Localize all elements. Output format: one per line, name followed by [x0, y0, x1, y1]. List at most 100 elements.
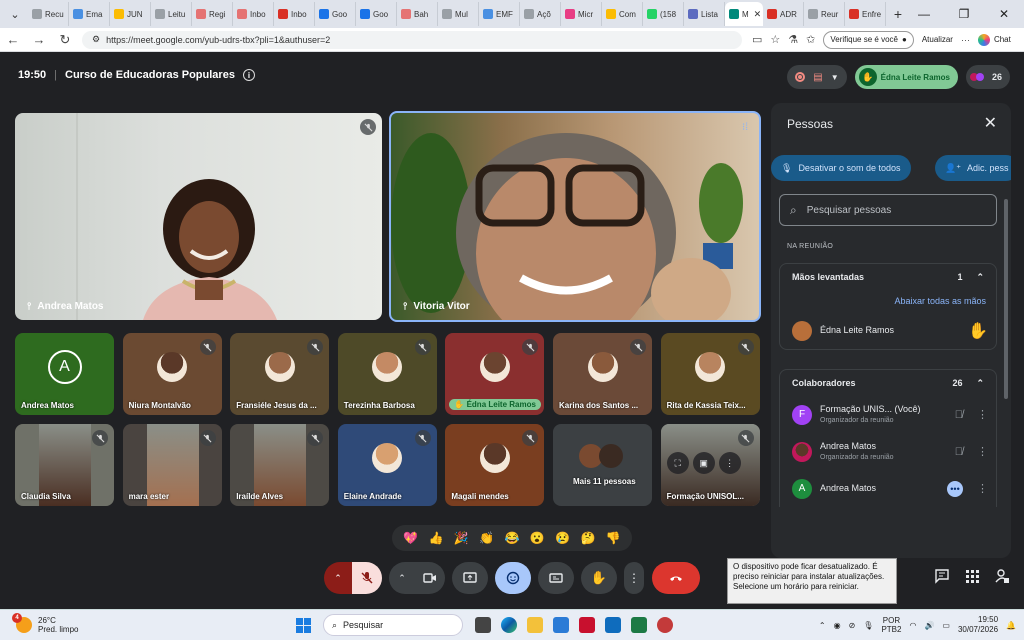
browser-tab[interactable]: Goo — [315, 2, 356, 26]
browser-tab[interactable]: Ema — [69, 2, 110, 26]
close-tab-icon[interactable]: ✕ — [754, 9, 762, 20]
browser-tab[interactable]: Micr — [561, 2, 602, 26]
camera-toggle-button[interactable] — [415, 562, 445, 594]
battery-icon[interactable]: ▭ — [942, 621, 950, 630]
raised-hand-chip[interactable]: ✋ Édna Leite Ramos — [854, 65, 958, 89]
camera-options-button[interactable]: ⌃ — [389, 562, 415, 594]
weather-widget[interactable]: 4 26°C Pred. limpo — [0, 613, 140, 634]
participant-tile[interactable]: A Andrea Matos — [15, 333, 114, 415]
participant-tile[interactable]: Rita de Kassia Teix... — [660, 333, 760, 415]
wifi-icon[interactable]: ◠ — [909, 621, 916, 630]
video-tile-vitoria-vitor[interactable]: ⁝⁞ ⫯ Vitoria Vitor — [389, 111, 761, 322]
participant-tile[interactable]: ✋ Édna Leite Ramos — [445, 333, 545, 415]
more-menu-icon[interactable]: ··· — [961, 35, 970, 45]
tray-sync-icon[interactable]: ⊘ — [849, 621, 856, 630]
reaction-emoji-button[interactable]: 👎 — [606, 531, 621, 545]
reaction-emoji-button[interactable]: 🤔 — [580, 531, 595, 545]
collaborators-header[interactable]: Colaboradores 26 ⌃ — [780, 370, 996, 396]
browser-tab[interactable]: M ✕ — [725, 2, 763, 26]
reaction-emoji-button[interactable]: 😮 — [530, 531, 545, 545]
forward-button[interactable]: → — [26, 32, 52, 47]
more-vert-icon[interactable]: ⋮ — [977, 408, 988, 421]
excel-icon[interactable] — [631, 617, 647, 633]
maximize-button[interactable]: ❐ — [944, 0, 984, 28]
tab-search-button[interactable]: ⌄ — [4, 3, 26, 25]
reaction-emoji-button[interactable]: 😂 — [505, 531, 520, 545]
tray-mic-icon[interactable]: 🎙 — [863, 621, 873, 630]
tray-app-icon[interactable]: ◉ — [834, 621, 841, 630]
participant-tile[interactable]: Magali mendes — [445, 424, 545, 506]
chat-button[interactable] — [934, 568, 950, 589]
more-vert-icon[interactable]: ⋮ — [977, 482, 988, 495]
edge-icon[interactable] — [501, 617, 517, 633]
collaborator-row[interactable]: F Formação UNIS... (Você) Organizador da r… — [780, 396, 996, 433]
bookmark-star-icon[interactable]: ☆ — [770, 33, 780, 46]
browser-tab[interactable]: (158 — [643, 2, 684, 26]
mic-off-icon[interactable]: 🎙̸ — [955, 446, 963, 458]
browser-tab[interactable]: Inbo — [274, 2, 315, 26]
leave-call-button[interactable] — [652, 562, 700, 594]
reaction-emoji-button[interactable]: 💖 — [403, 531, 418, 545]
mcafee-icon[interactable] — [579, 617, 595, 633]
update-button[interactable]: Atualizar — [922, 35, 953, 44]
lower-hand-icon[interactable]: ✋ — [968, 321, 988, 341]
present-screen-button[interactable] — [452, 562, 488, 594]
clock[interactable]: 19:50 30/07/2026 — [958, 615, 998, 635]
raise-hand-button[interactable]: ✋ — [581, 562, 617, 594]
mute-all-button[interactable]: 🎙 Desativar o som de todos — [771, 155, 911, 181]
mic-options-button[interactable]: ⌃ — [324, 562, 352, 594]
url-field[interactable]: ⚙ https://meet.google.com/yub-udrs-tbx?p… — [82, 30, 742, 49]
people-count-button[interactable]: 26 — [965, 65, 1010, 89]
browser-tab[interactable]: EMF — [479, 2, 520, 26]
frame-icon[interactable]: ⛶ — [666, 452, 689, 474]
raised-hands-header[interactable]: Mãos levantadas 1 ⌃ — [780, 264, 996, 290]
app-icon[interactable] — [657, 617, 673, 633]
browser-tab[interactable]: Com — [602, 2, 643, 26]
store-icon[interactable] — [553, 617, 569, 633]
back-button[interactable]: ← — [0, 32, 26, 47]
site-info-icon[interactable]: ⚙ — [92, 34, 100, 45]
reaction-emoji-button[interactable]: 👍 — [429, 531, 444, 545]
copilot-chat-button[interactable]: Chat — [977, 33, 1011, 46]
browser-tab[interactable]: Reur — [804, 2, 845, 26]
participant-tile[interactable]: Niura Montalvão — [122, 333, 222, 415]
start-button[interactable] — [296, 617, 311, 633]
video-tile-andrea-matos[interactable]: ⫯ Andrea Matos — [15, 113, 382, 320]
browser-tab[interactable]: Bah — [397, 2, 438, 26]
browser-tab[interactable]: Goo — [356, 2, 397, 26]
participant-tile[interactable]: Elaine Andrade — [337, 424, 437, 506]
mic-toggle-button[interactable] — [352, 562, 382, 594]
profile-verify-button[interactable]: Verifique se é você ● — [823, 30, 914, 49]
browser-tab[interactable]: JUN — [110, 2, 151, 26]
browser-tab[interactable]: Recu — [28, 2, 69, 26]
panel-scrollbar[interactable] — [1004, 199, 1008, 399]
collaborator-row[interactable]: A Andrea Matos ••• ⋮ — [780, 470, 996, 507]
browser-tab[interactable]: Inbo — [233, 2, 274, 26]
participant-tile[interactable]: Formação UNISOL... ⛶ ▣ ⋮ — [660, 424, 760, 506]
reactions-button[interactable] — [495, 562, 531, 594]
close-window-button[interactable]: ✕ — [984, 0, 1024, 28]
participant-tile[interactable]: Claudia Silva — [15, 424, 114, 506]
cast-icon[interactable]: ▭ — [752, 33, 762, 46]
reaction-emoji-button[interactable]: 👏 — [479, 531, 494, 545]
mic-off-icon[interactable]: 🎙̸ — [955, 409, 963, 421]
extensions-icon[interactable]: ⚗ — [788, 33, 798, 46]
participant-tile[interactable]: Mais 11 pessoas — [553, 424, 652, 506]
browser-tab[interactable]: Lista — [684, 2, 725, 26]
people-search-input[interactable]: ⌕ Pesquisar pessoas — [779, 194, 997, 226]
lower-all-hands-link[interactable]: Abaixar todas as mãos — [780, 290, 996, 312]
favorites-icon[interactable]: ✩ — [806, 33, 815, 46]
reload-button[interactable]: ↻ — [52, 32, 78, 48]
notifications-icon[interactable]: 🔔 — [1006, 621, 1016, 630]
task-view-icon[interactable] — [475, 617, 491, 633]
reaction-emoji-button[interactable]: 😢 — [555, 531, 570, 545]
more-options-button[interactable]: ⋮ — [624, 562, 644, 594]
taskbar-search[interactable]: ⌕ Pesquisar — [323, 614, 463, 636]
participant-tile[interactable]: Karina dos Santos ... — [553, 333, 652, 415]
participant-tile[interactable]: Terezinha Barbosa — [337, 333, 437, 415]
close-panel-button[interactable]: ✕ — [984, 113, 997, 133]
more-vert-icon[interactable]: ⋮ — [977, 445, 988, 458]
add-to-screen-icon[interactable]: ▣ — [692, 452, 715, 474]
host-controls-button[interactable] — [994, 568, 1010, 589]
captions-button[interactable] — [538, 562, 574, 594]
